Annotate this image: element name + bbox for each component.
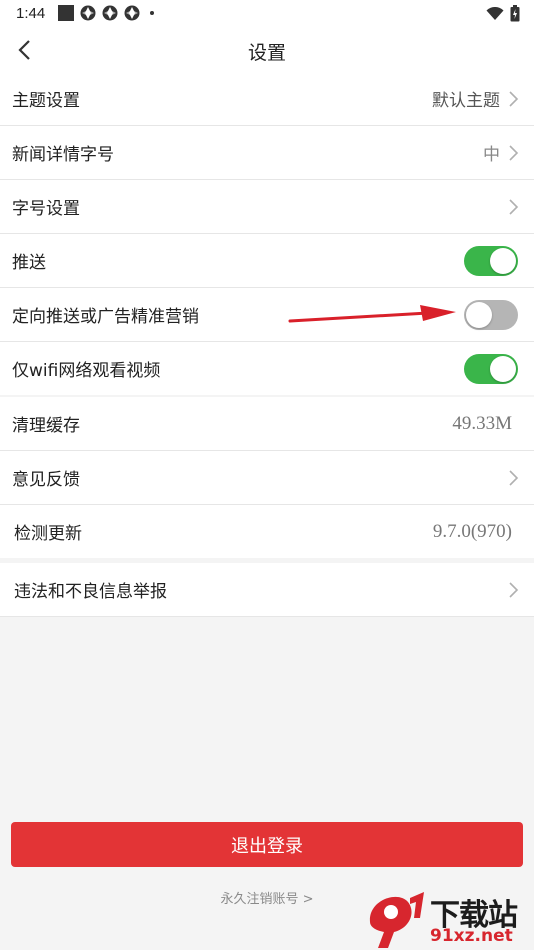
toggle-knob	[490, 355, 516, 382]
aperture-icon	[124, 5, 140, 21]
chevron-right-icon	[509, 144, 519, 161]
targeted-push-label: 定向推送或广告精准营销	[12, 307, 199, 327]
wifi-video-toggle[interactable]	[464, 353, 518, 384]
toggle-knob	[490, 247, 516, 274]
report-label: 违法和不良信息举报	[14, 582, 167, 602]
clear-cache-label: 清理缓存	[12, 416, 80, 436]
settings-group-general: 主题设置 默认主题 新闻详情字号 中 字号设置 推送 定向推送或广告精准营销 仅…	[0, 72, 534, 395]
status-notification-icons	[58, 5, 154, 21]
page-title: 设置	[247, 42, 286, 64]
push-label: 推送	[12, 253, 46, 273]
news-font-size-row[interactable]: 新闻详情字号 中	[0, 126, 534, 180]
push-row: 推送	[0, 234, 534, 288]
chevron-right-icon	[509, 90, 519, 107]
feedback-label: 意见反馈	[12, 470, 80, 490]
watermark-logo: 下载站 91xz.net	[364, 888, 534, 950]
settings-group-system: 清理缓存 49.33M 意见反馈 检测更新 9.7.0(970)	[0, 397, 534, 558]
chevron-right-icon	[509, 469, 519, 486]
report-row[interactable]: 违法和不良信息举报	[0, 563, 534, 617]
font-size-setting-row[interactable]: 字号设置	[0, 180, 534, 234]
battery-icon	[510, 5, 520, 22]
feedback-row[interactable]: 意见反馈	[0, 451, 534, 505]
dot-icon	[150, 11, 154, 15]
annotation-arrow-icon	[288, 305, 456, 323]
watermark-logo-icon	[369, 892, 424, 948]
check-update-row[interactable]: 检测更新 9.7.0(970)	[0, 505, 534, 558]
font-size-setting-label: 字号设置	[12, 199, 80, 219]
clear-cache-row[interactable]: 清理缓存 49.33M	[0, 397, 534, 451]
wifi-video-label: 仅wifi网络观看视频	[12, 361, 161, 381]
watermark-domain: 91xz.net	[430, 926, 513, 946]
nav-bar: 设置	[0, 28, 534, 73]
chevron-right-icon	[509, 581, 519, 598]
push-toggle[interactable]	[464, 245, 518, 276]
settings-group-report: 违法和不良信息举报	[0, 563, 534, 617]
square-icon	[58, 5, 74, 21]
status-time: 1:44	[16, 5, 46, 22]
cache-size-value: 49.33M	[452, 412, 512, 434]
aperture-icon	[80, 5, 96, 21]
version-value: 9.7.0(970)	[432, 520, 512, 542]
toggle-knob	[466, 301, 492, 328]
targeted-push-toggle[interactable]	[464, 299, 518, 330]
status-bar: 1:44	[0, 0, 534, 28]
wifi-icon	[486, 6, 504, 20]
theme-setting-label: 主题设置	[12, 91, 80, 111]
wifi-video-row: 仅wifi网络观看视频	[0, 342, 534, 395]
theme-setting-row[interactable]: 主题设置 默认主题	[0, 72, 534, 126]
check-update-label: 检测更新	[14, 524, 82, 544]
chevron-right-icon	[509, 198, 519, 215]
aperture-icon	[102, 5, 118, 21]
status-system-icons	[486, 5, 520, 22]
theme-setting-value: 默认主题	[432, 91, 500, 111]
news-font-size-label: 新闻详情字号	[12, 145, 114, 165]
logout-button[interactable]: 退出登录	[11, 822, 523, 867]
news-font-size-value: 中	[483, 145, 500, 165]
